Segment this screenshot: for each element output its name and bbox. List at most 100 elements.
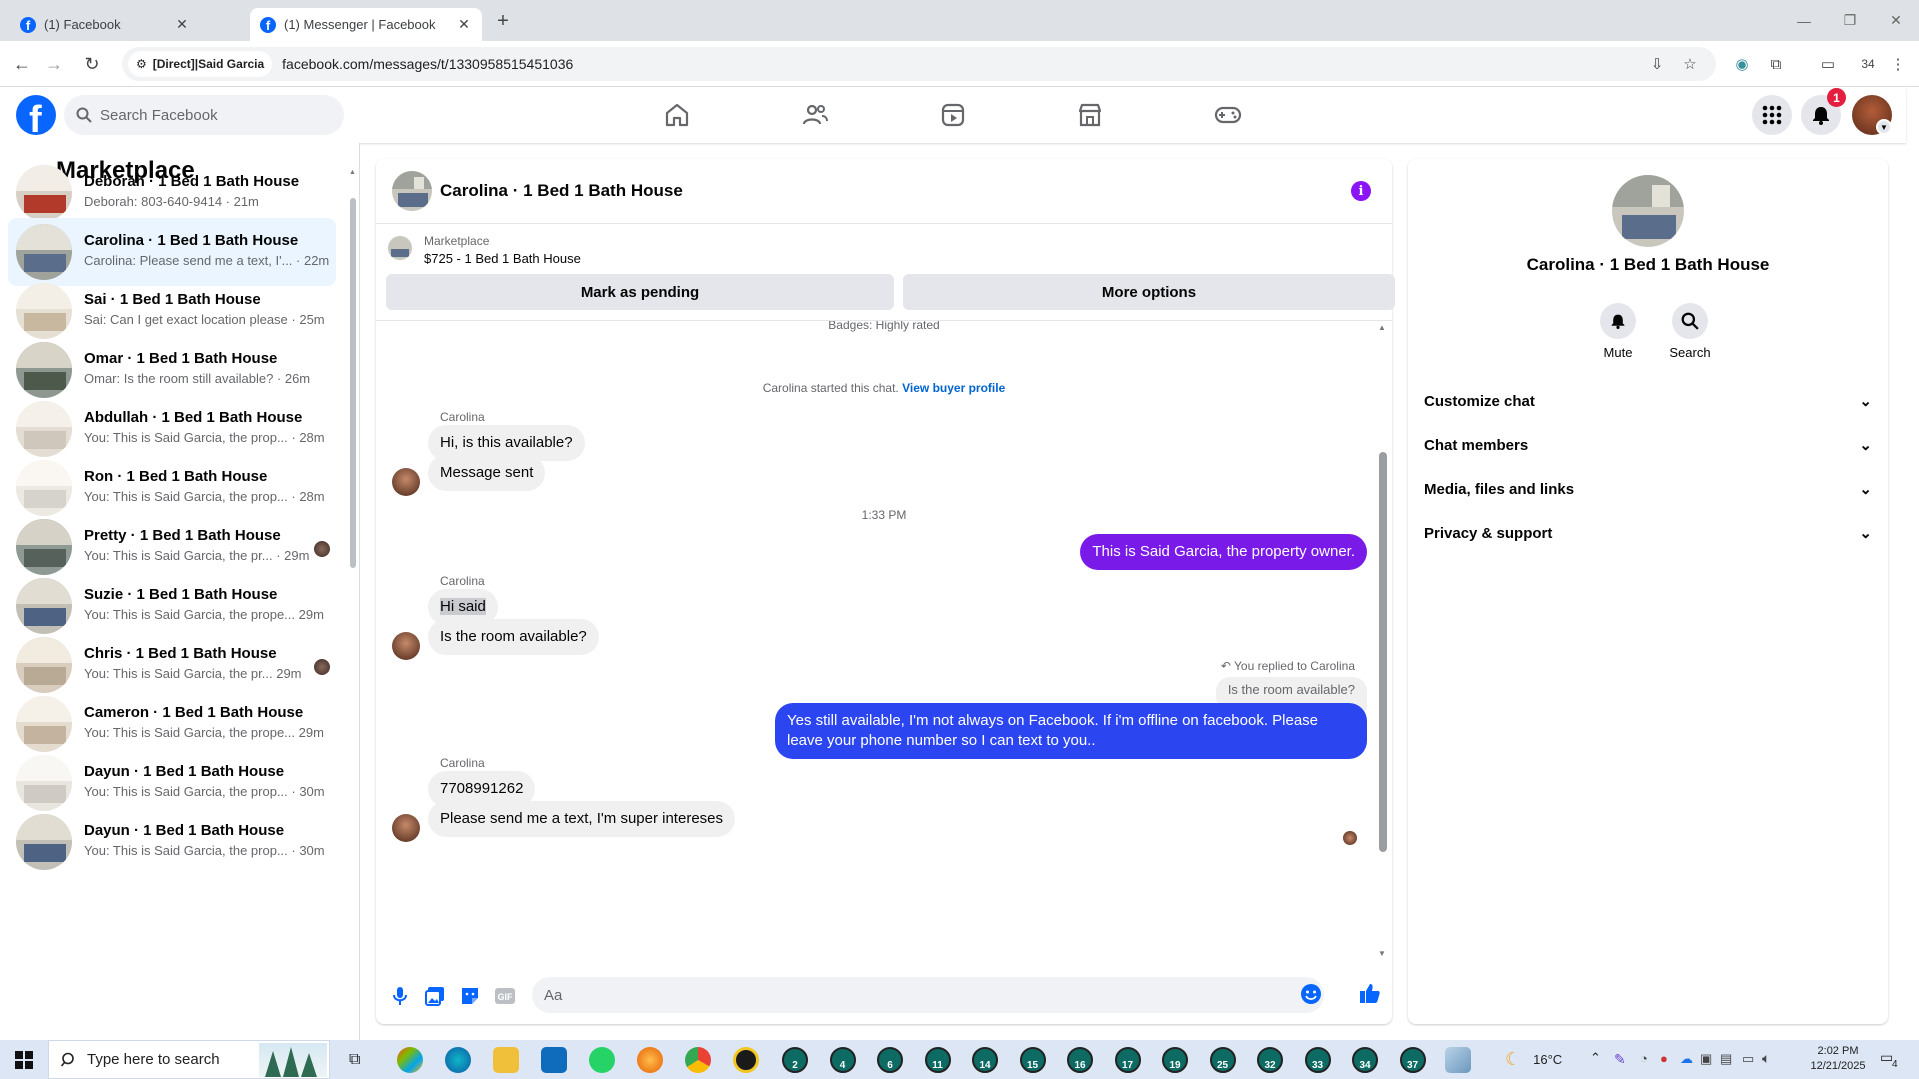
app-icon[interactable] (733, 1047, 759, 1073)
taskbar-profile-icon[interactable]: 19 (1162, 1047, 1188, 1073)
message-bubble-outgoing[interactable]: This is Said Garcia, the property owner. (1080, 534, 1367, 570)
taskbar-profile-icon[interactable]: 15 (1019, 1047, 1046, 1073)
profile-count[interactable]: 34 (1858, 54, 1878, 74)
listing-avatar-large[interactable] (1612, 175, 1684, 247)
customize-chat-section[interactable]: Customize chat ⌄ (1424, 379, 1872, 423)
scroll-up-icon[interactable]: ▲ (1378, 323, 1386, 332)
listing-avatar[interactable] (392, 171, 432, 211)
kebab-menu-icon[interactable]: ⋮ (1888, 54, 1908, 74)
home-icon[interactable] (663, 101, 691, 129)
taskbar-clock[interactable]: 2:02 PM 12/21/2025 (1810, 1044, 1866, 1074)
conversation-item[interactable]: Sai · 1 Bed 1 Bath House Sai: Can I get e… (8, 277, 336, 345)
conversation-item[interactable]: Dayun · 1 Bed 1 Bath House You: This is S… (8, 749, 336, 817)
edge-icon[interactable] (445, 1047, 471, 1073)
search-in-conversation-button[interactable]: Search (1660, 303, 1720, 360)
listing-title[interactable]: $725 - 1 Bed 1 Bath House (424, 251, 581, 266)
close-tab-icon[interactable]: ✕ (172, 15, 192, 35)
message-bubble-incoming[interactable]: Please send me a text, I'm super interes… (428, 801, 736, 837)
taskbar-profile-icon[interactable]: 37 (1399, 1047, 1426, 1073)
forward-arrow-icon[interactable]: → (40, 50, 68, 78)
file-explorer-icon[interactable] (493, 1047, 519, 1073)
taskbar-profile-icon[interactable]: 6 (877, 1047, 903, 1073)
volume-icon[interactable]: 🔈︎ (1762, 1050, 1770, 1067)
microphone-icon[interactable] (389, 985, 411, 1007)
listing-thumbnail[interactable] (388, 236, 412, 260)
emoji-icon[interactable] (1300, 983, 1322, 1005)
conversation-item[interactable]: Ron · 1 Bed 1 Bath House You: This is Sai… (8, 454, 336, 522)
site-info-chip[interactable]: ⚙ [Direct]|Said Garcia (128, 51, 273, 77)
minimize-icon[interactable]: — (1781, 0, 1827, 41)
more-options-button[interactable]: More options (903, 274, 1395, 310)
whatsapp-icon[interactable] (589, 1047, 615, 1073)
app-icon[interactable] (1445, 1047, 1471, 1073)
conversation-item[interactable]: Dayun · 1 Bed 1 Bath House You: This is S… (8, 808, 336, 876)
mark-pending-button[interactable]: Mark as pending (386, 274, 894, 310)
privacy-support-section[interactable]: Privacy & support ⌄ (1424, 511, 1872, 555)
view-buyer-profile-link[interactable]: View buyer profile (902, 381, 1005, 395)
sender-avatar[interactable] (392, 632, 420, 660)
scrollbar-thumb[interactable] (350, 198, 356, 568)
message-bubble-outgoing[interactable]: Yes still available, I'm not always on F… (775, 703, 1367, 759)
tray-app-icon[interactable]: ▣ (1700, 1051, 1712, 1067)
taskbar-profile-icon[interactable]: 14 (972, 1047, 998, 1073)
back-arrow-icon[interactable]: ← (8, 50, 36, 78)
message-bubble-incoming[interactable]: Is the room available? (428, 619, 599, 655)
address-bar[interactable]: ⚙ [Direct]|Said Garcia facebook.com/mess… (122, 47, 1716, 81)
media-files-links-section[interactable]: Media, files and links ⌄ (1424, 467, 1872, 511)
close-window-icon[interactable]: ✕ (1873, 0, 1919, 41)
firefox-icon[interactable] (637, 1047, 663, 1073)
sender-avatar[interactable] (392, 468, 420, 496)
weather-widget[interactable]: ☾ 16°C (1505, 1040, 1562, 1079)
outlook-icon[interactable] (541, 1047, 567, 1073)
taskbar-profile-icon[interactable]: 4 (829, 1047, 856, 1073)
network-icon[interactable]: ▭ (1742, 1051, 1754, 1067)
bookmark-star-icon[interactable]: ☆ (1680, 54, 1700, 74)
task-view-icon[interactable]: ⧉ (349, 1051, 360, 1069)
conversation-item[interactable]: Suzie · 1 Bed 1 Bath House You: This is S… (8, 572, 336, 640)
windows-start-button[interactable] (0, 1040, 48, 1079)
conversation-item[interactable]: Abdullah · 1 Bed 1 Bath House You: This i… (8, 395, 336, 463)
scroll-up-icon[interactable]: ▲ (349, 169, 356, 176)
conversation-item[interactable]: Cameron · 1 Bed 1 Bath House You: This is… (8, 690, 336, 758)
pen-icon[interactable]: ✎ (1614, 1051, 1626, 1068)
friends-icon[interactable] (801, 101, 829, 129)
conversation-item[interactable]: Omar · 1 Bed 1 Bath House Omar: Is the ro… (8, 336, 336, 404)
tray-app-icon[interactable]: ◔ (1640, 1051, 1648, 1066)
taskbar-profile-icon[interactable]: 33 (1304, 1047, 1331, 1073)
tray-app-icon[interactable]: ▤ (1720, 1051, 1732, 1067)
taskbar-profile-icon[interactable]: 2 (782, 1047, 808, 1073)
extensions-puzzle-icon[interactable]: ⧉ (1766, 54, 1786, 74)
close-tab-icon[interactable]: ✕ (454, 15, 474, 35)
side-panel-icon[interactable]: ▭ (1818, 54, 1838, 74)
cloud-icon[interactable]: ☁ (1680, 1051, 1693, 1067)
photo-icon[interactable] (424, 985, 446, 1007)
taskbar-profile-icon[interactable]: 32 (1257, 1047, 1283, 1073)
tray-chevron-up-icon[interactable]: ⌃ (1590, 1050, 1601, 1066)
facebook-logo[interactable]: f (16, 95, 56, 135)
scrollbar-thumb[interactable] (1379, 452, 1387, 852)
scroll-down-icon[interactable]: ▼ (1378, 949, 1386, 958)
restore-icon[interactable]: ❐ (1827, 0, 1873, 41)
copilot-icon[interactable] (397, 1047, 423, 1073)
message-input[interactable]: Aa (532, 977, 1324, 1013)
gaming-icon[interactable] (1214, 101, 1242, 129)
mute-button[interactable]: Mute (1588, 303, 1648, 360)
chat-title[interactable]: Carolina · 1 Bed 1 Bath House (440, 181, 683, 201)
notification-center-icon[interactable]: ▭ (1880, 1049, 1902, 1069)
taskbar-profile-icon[interactable]: 25 (1209, 1047, 1236, 1073)
conversation-item[interactable]: Chris · 1 Bed 1 Bath House You: This is S… (8, 631, 336, 699)
info-icon[interactable]: i (1351, 181, 1371, 201)
conversation-item[interactable]: Carolina · 1 Bed 1 Bath House Carolina: P… (8, 218, 336, 286)
video-icon[interactable] (939, 101, 967, 129)
new-tab-icon[interactable]: + (490, 8, 516, 34)
chevron-down-icon[interactable]: ▼ (1876, 119, 1892, 135)
message-bubble-incoming[interactable]: Message sent (428, 455, 546, 491)
gif-icon[interactable]: GIF (494, 985, 516, 1007)
taskbar-search-box[interactable]: Type here to search (48, 1040, 330, 1079)
browser-tab-facebook[interactable]: f (1) Facebook ✕ (0, 8, 200, 41)
extension-icon[interactable]: ◉ (1732, 54, 1752, 74)
taskbar-profile-icon[interactable]: 16 (1067, 1047, 1093, 1073)
sticker-icon[interactable] (459, 985, 481, 1007)
taskbar-profile-icon[interactable]: 17 (1114, 1047, 1141, 1073)
install-app-icon[interactable]: ⇩ (1647, 54, 1667, 74)
